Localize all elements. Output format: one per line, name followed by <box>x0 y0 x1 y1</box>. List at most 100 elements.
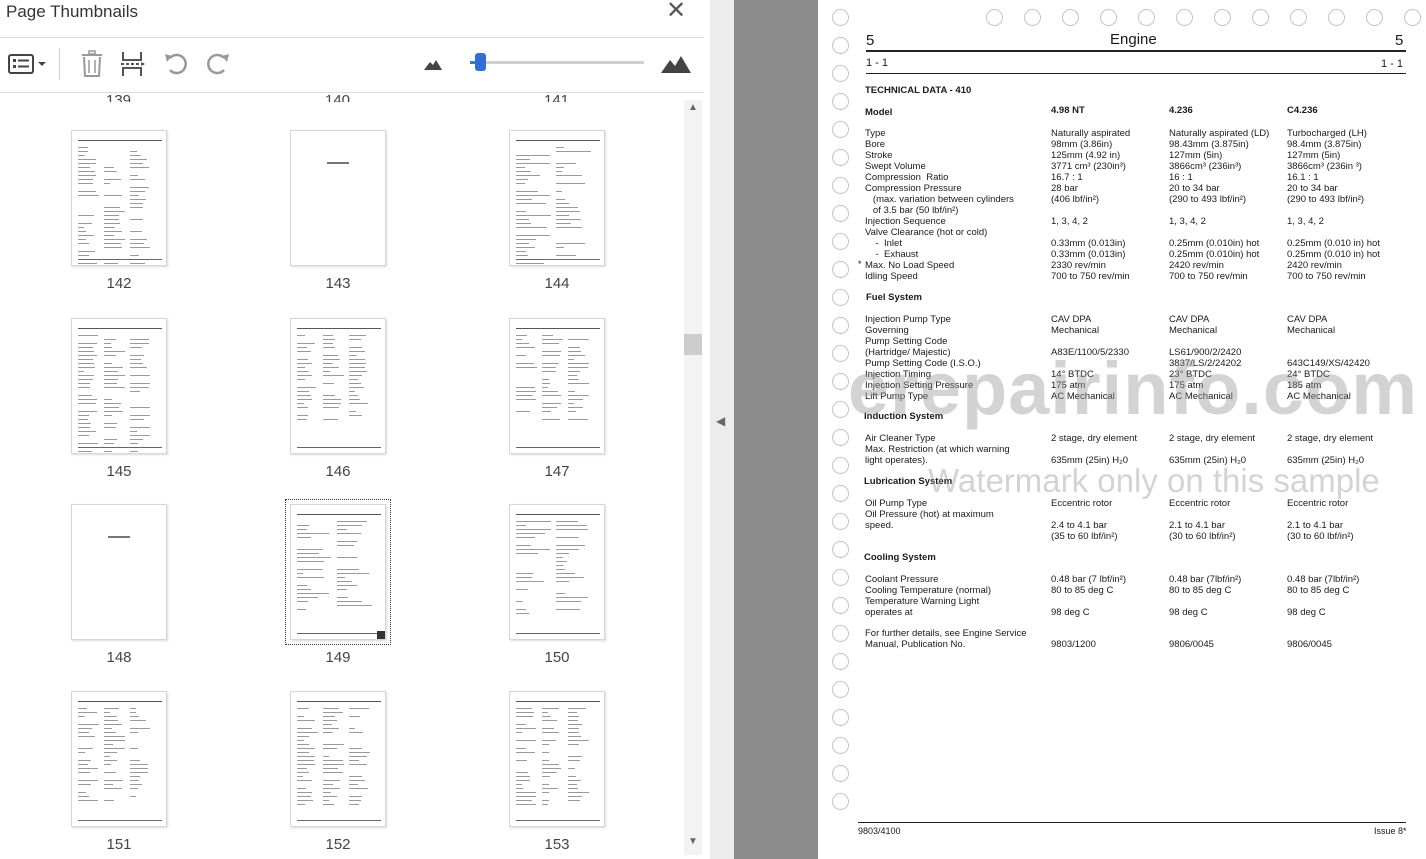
binder-hole <box>832 429 849 446</box>
scrollbar-track[interactable] <box>684 100 702 855</box>
spec-value: 9806/0045 <box>1169 639 1214 650</box>
zoom-out-button[interactable] <box>421 47 445 81</box>
zoom-slider-thumb[interactable] <box>475 53 486 71</box>
thumbnail-label: 150 <box>544 649 570 666</box>
page-thumbnail[interactable] <box>509 130 605 266</box>
trash-icon <box>82 50 102 77</box>
binder-hole <box>832 93 849 110</box>
binder-hole <box>832 177 849 194</box>
spec-label: light operates). <box>865 455 928 466</box>
insert-pages-icon <box>121 52 145 76</box>
revision-marker: * <box>858 259 862 269</box>
spec-value: (290 to 493 lbf/in²) <box>1169 194 1247 205</box>
scroll-up-icon[interactable]: ▲ <box>684 102 702 118</box>
binder-hole <box>1176 9 1193 26</box>
scroll-down-icon[interactable]: ▼ <box>684 836 702 852</box>
spec-value: 700 to 750 rev/min <box>1051 271 1130 282</box>
spec-value: 2.4 to 4.1 bar <box>1051 520 1107 531</box>
page-thumbnail[interactable] <box>71 130 167 266</box>
panel-title: Page Thumbnails <box>6 2 138 21</box>
binder-hole <box>1366 9 1383 26</box>
zoom-in-button[interactable] <box>658 47 694 81</box>
spec-value: 20 to 34 bar <box>1169 183 1220 194</box>
spec-value: 0.48 bar (7 lbf/in²) <box>1051 574 1126 585</box>
mountain-large-icon <box>661 56 691 73</box>
binder-hole <box>832 569 849 586</box>
binder-hole <box>832 261 849 278</box>
spec-value: Mechanical <box>1169 325 1218 336</box>
spec-value: 98.4mm (3.875in) <box>1287 139 1362 150</box>
spec-value: 2420 rev/min <box>1287 260 1342 271</box>
thumbnail-label: 139 <box>106 92 132 102</box>
spec-value: (30 to 60 lbf/in²) <box>1287 531 1354 542</box>
spec-value: 2.1 to 4.1 bar <box>1169 520 1225 531</box>
zoom-slider[interactable] <box>470 61 644 64</box>
header-rule <box>866 73 1406 74</box>
binder-hole <box>1252 9 1269 26</box>
page-thumbnail[interactable] <box>509 318 605 454</box>
binder-hole <box>832 9 849 26</box>
spec-value: Mechanical <box>1051 325 1100 336</box>
spec-label: Max. No Load Speed <box>865 260 955 271</box>
thumbnail-label: 145 <box>106 463 132 480</box>
rotate-clockwise-button[interactable] <box>202 47 234 81</box>
thumbnail-label: 140 <box>325 92 351 102</box>
spec-value: CAV DPA <box>1287 314 1328 325</box>
spec-value: 2 stage, dry element <box>1051 433 1138 444</box>
spec-label: For further details, see Engine Service <box>865 628 1027 639</box>
insert-pages-button[interactable] <box>118 47 148 81</box>
binder-hole <box>986 9 1003 26</box>
spec-value: 9803/1200 <box>1051 639 1096 650</box>
panel-splitter[interactable] <box>710 0 734 859</box>
scrollbar-thumb[interactable] <box>684 334 702 355</box>
binder-hole <box>832 149 849 166</box>
document-page: 5 Engine 5 1 - 1 1 - 1 TECHNICAL DATA - … <box>818 0 1426 859</box>
thumbnail-label: 143 <box>325 275 351 292</box>
collapse-panel-icon[interactable]: ◀ <box>716 414 725 428</box>
spec-value: 3866cm³ (236in ³) <box>1287 161 1362 172</box>
spec-label: Temperature Warning Light <box>865 596 980 607</box>
spec-label: operates at <box>865 607 913 618</box>
binder-hole <box>1138 9 1155 26</box>
page-thumbnail[interactable] <box>509 504 605 640</box>
spec-label: Oil Pump Type <box>865 498 928 509</box>
spec-value: 1, 3, 4, 2 <box>1287 216 1324 227</box>
page-thumbnail[interactable] <box>290 318 386 454</box>
page-thumbnail[interactable] <box>509 691 605 827</box>
spec-label: speed. <box>865 520 894 531</box>
close-icon[interactable]: ✕ <box>664 0 688 24</box>
options-menu-button[interactable] <box>5 47 49 81</box>
binder-hole <box>832 653 849 670</box>
page-thumbnail[interactable] <box>71 318 167 454</box>
spec-value: 2.1 to 4.1 bar <box>1287 520 1343 531</box>
page-thumbnail[interactable] <box>71 691 167 827</box>
spec-value: 80 to 85 deg C <box>1051 585 1114 596</box>
binder-hole <box>1214 9 1231 26</box>
binder-hole <box>832 121 849 138</box>
spec-value: 127mm (5in) <box>1169 150 1223 161</box>
spec-value: 1, 3, 4, 2 <box>1169 216 1206 227</box>
binder-hole <box>1328 9 1345 26</box>
footer-rule <box>858 822 1406 823</box>
spec-label: Injection Sequence <box>865 216 946 227</box>
spec-value: 98mm (3.86in) <box>1051 139 1113 150</box>
model-column: 4.98 NT <box>1051 105 1085 116</box>
spec-value: 80 to 85 deg C <box>1287 585 1350 596</box>
spec-label: Air Cleaner Type <box>865 433 936 444</box>
spec-value: 0.48 bar (7lbf/in²) <box>1169 574 1242 585</box>
thumbnail-label: 146 <box>325 463 351 480</box>
divider <box>0 37 704 38</box>
delete-pages-button[interactable] <box>78 47 106 81</box>
thumbnail-label: 149 <box>325 649 351 666</box>
page-thumbnail[interactable] <box>285 499 391 645</box>
page-thumbnail[interactable] <box>290 130 386 266</box>
spec-label: Manual, Publication No. <box>865 639 966 650</box>
binder-hole <box>832 65 849 82</box>
document-background <box>734 0 818 859</box>
binder-hole <box>832 597 849 614</box>
binder-hole <box>832 457 849 474</box>
page-thumbnail[interactable] <box>290 691 386 827</box>
rotate-counterclockwise-button[interactable] <box>160 47 192 81</box>
page-thumbnail[interactable] <box>71 504 167 640</box>
page-ref-right: 1 - 1 <box>1381 58 1404 70</box>
